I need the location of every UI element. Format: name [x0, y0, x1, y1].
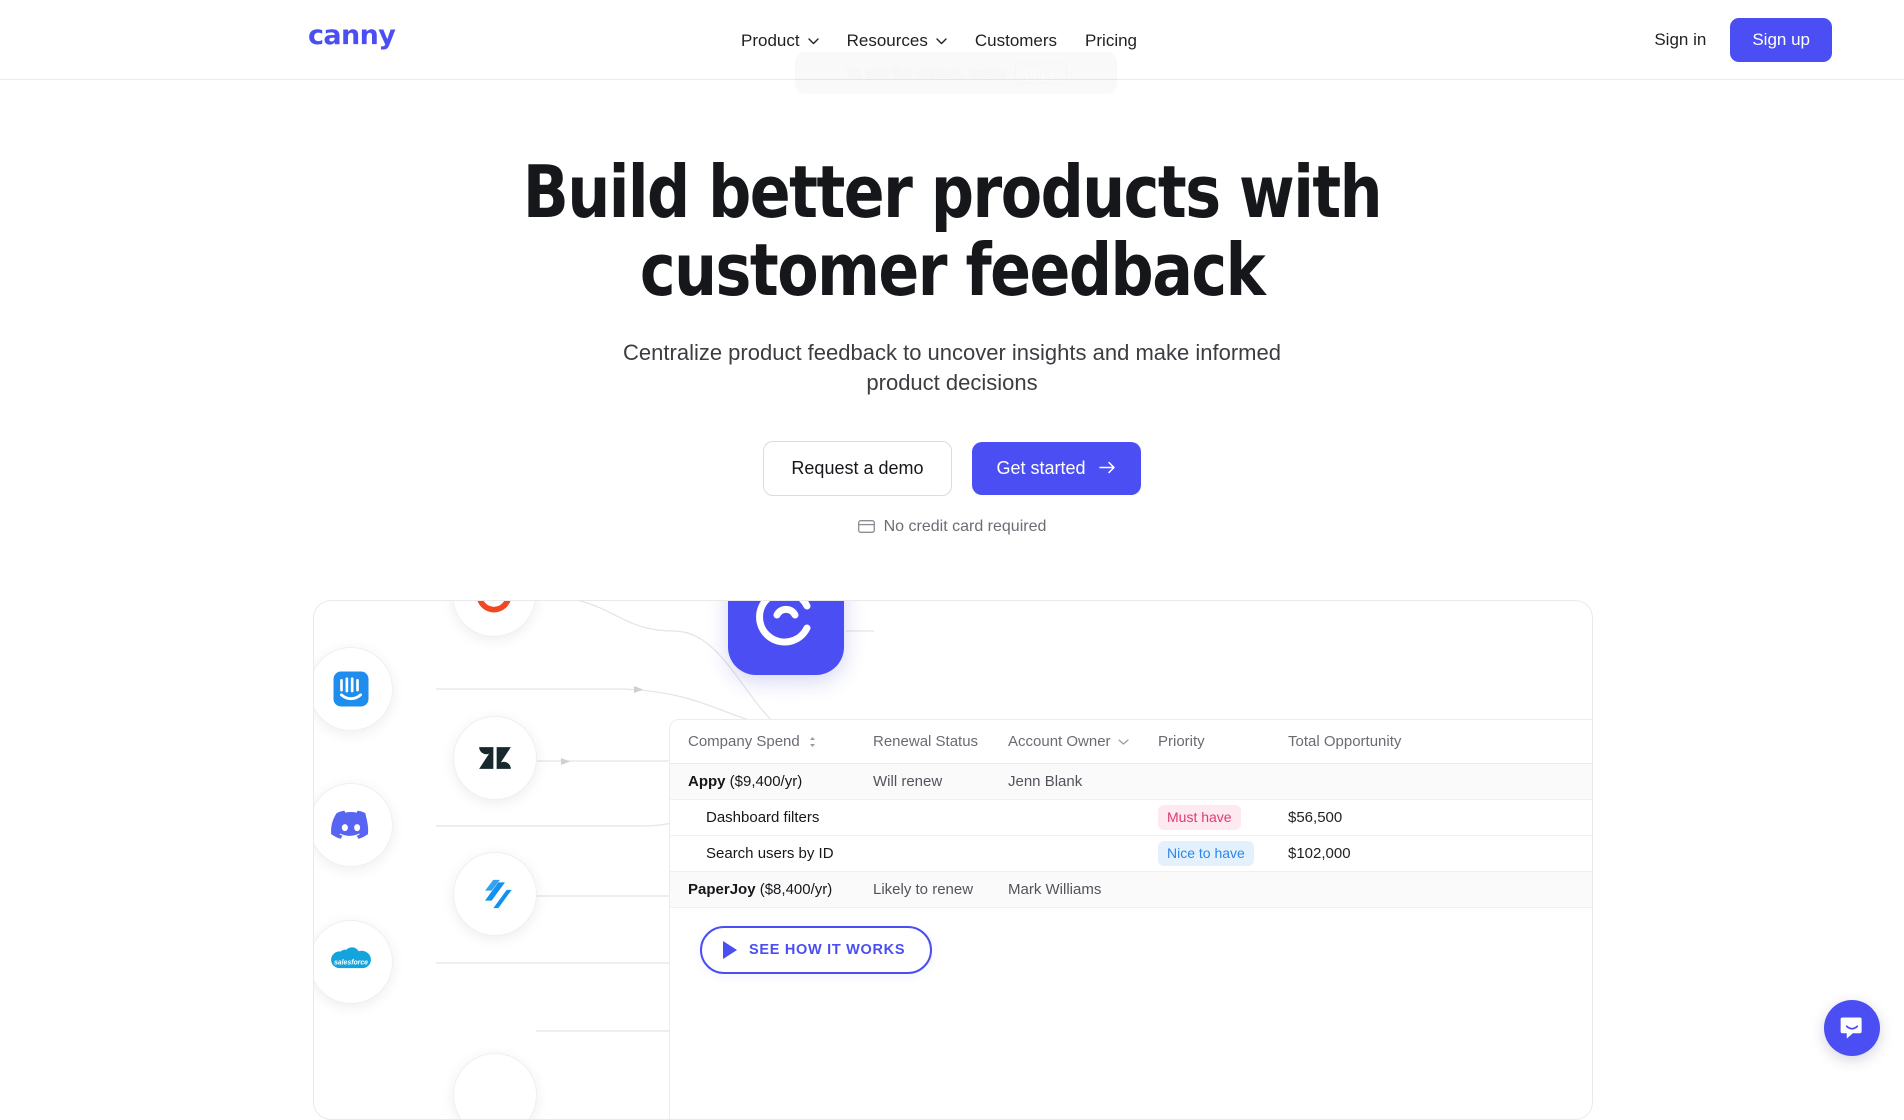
g2-logo — [473, 600, 515, 616]
nav-item-customers-label: Customers — [975, 32, 1057, 49]
table-row[interactable]: PaperJoy ($8,400/yr) Likely to renew Mar… — [670, 872, 1593, 908]
integration-logo-salesforce: salesforce — [313, 920, 393, 1004]
nav-item-product-label: Product — [741, 32, 800, 49]
zendesk-logo — [475, 738, 515, 778]
sign-up-button[interactable]: Sign up — [1730, 18, 1832, 62]
nav-actions: Sign in Sign up — [1654, 0, 1832, 80]
column-header-renewal-status[interactable]: Renewal Status — [873, 733, 1008, 750]
nav-item-customers[interactable]: Customers — [975, 32, 1057, 49]
no-credit-card-note: No credit card required — [0, 518, 1904, 536]
sign-in-link[interactable]: Sign in — [1654, 30, 1706, 50]
cell-total-opportunity: $102,000 — [1288, 845, 1428, 862]
see-how-it-works-label: SEE HOW IT WORKS — [749, 942, 905, 958]
canny-logo-mark — [753, 600, 819, 650]
svg-text:salesforce: salesforce — [334, 959, 368, 966]
request-demo-button[interactable]: Request a demo — [763, 441, 951, 496]
credit-card-icon — [858, 520, 875, 533]
sort-icon[interactable] — [807, 736, 818, 748]
column-header-company-spend[interactable]: Company Spend — [688, 733, 873, 750]
nav-item-pricing-label: Pricing — [1085, 32, 1137, 49]
chevron-down-icon — [808, 38, 819, 45]
see-how-it-works-button[interactable]: SEE HOW IT WORKS — [700, 926, 932, 974]
get-started-label: Get started — [997, 458, 1086, 479]
nav-item-resources-label: Resources — [847, 32, 928, 49]
cell-company-name: PaperJoy ($8,400/yr) — [688, 881, 873, 898]
page-title: Build better products with customer feed… — [487, 153, 1417, 310]
cell-priority: Must have — [1158, 805, 1288, 830]
integration-logo-helpscout — [453, 852, 537, 936]
integration-logo-intercom — [313, 647, 393, 731]
intercom-chat-icon — [1838, 1014, 1866, 1042]
canny-logo[interactable]: canny — [308, 22, 395, 49]
cell-renewal-status: Likely to renew — [873, 881, 1008, 898]
arrow-right-icon — [1099, 458, 1116, 479]
play-icon — [723, 941, 737, 959]
nav-item-product[interactable]: Product — [741, 32, 819, 49]
nav-item-pricing[interactable]: Pricing — [1085, 32, 1137, 49]
table-row[interactable]: Dashboard filters Must have $56,500 — [670, 800, 1593, 836]
table-row[interactable]: Appy ($9,400/yr) Will renew Jenn Blank — [670, 764, 1593, 800]
hero-subtitle: Centralize product feedback to uncover i… — [602, 338, 1302, 399]
cell-account-owner: Mark Williams — [1008, 881, 1158, 898]
cell-renewal-status: Will renew — [873, 773, 1008, 790]
top-navigation-bar: canny Product Resources Customers Pricin… — [0, 0, 1904, 80]
chat-launcher-button[interactable] — [1824, 1000, 1880, 1056]
integration-logo-zendesk — [453, 716, 537, 800]
helpscout-logo — [475, 874, 515, 914]
column-header-priority[interactable]: Priority — [1158, 733, 1288, 750]
table-row[interactable]: Search users by ID Nice to have $102,000 — [670, 836, 1593, 872]
discord-logo — [330, 809, 372, 841]
hero-cta-group: Request a demo Get started — [0, 441, 1904, 496]
column-header-account-owner[interactable]: Account Owner — [1008, 733, 1158, 750]
cell-account-owner: Jenn Blank — [1008, 773, 1158, 790]
cell-request-name: Search users by ID — [688, 845, 873, 862]
no-credit-card-text: No credit card required — [884, 518, 1047, 536]
nav-links: Product Resources Customers Pricing — [741, 0, 1137, 80]
hero-section: Build better products with customer feed… — [0, 153, 1904, 536]
integration-logo-discord — [313, 783, 393, 867]
get-started-button[interactable]: Get started — [972, 442, 1141, 495]
status-badge: Must have — [1158, 805, 1241, 830]
nav-item-resources[interactable]: Resources — [847, 32, 947, 49]
opportunity-table: Company Spend Renewal Status Account Own… — [669, 719, 1593, 1120]
cell-company-name: Appy ($9,400/yr) — [688, 773, 873, 790]
canny-app-icon — [728, 600, 844, 675]
integrations-illustration-panel: salesforce Company Spend Renewal Status … — [313, 600, 1593, 1120]
cell-priority: Nice to have — [1158, 841, 1288, 866]
cell-request-name: Dashboard filters — [688, 809, 873, 826]
cell-total-opportunity: $56,500 — [1288, 809, 1428, 826]
cell-company-spend: ($8,400/yr) — [760, 881, 833, 898]
chevron-down-icon — [936, 38, 947, 45]
chevron-down-icon[interactable] — [1118, 736, 1129, 748]
column-header-total-opportunity[interactable]: Total Opportunity — [1288, 733, 1428, 750]
status-badge: Nice to have — [1158, 841, 1254, 866]
table-header-row: Company Spend Renewal Status Account Own… — [670, 720, 1593, 764]
intercom-logo — [331, 669, 371, 709]
salesforce-logo: salesforce — [328, 945, 374, 979]
cell-company-spend: ($9,400/yr) — [730, 773, 803, 790]
